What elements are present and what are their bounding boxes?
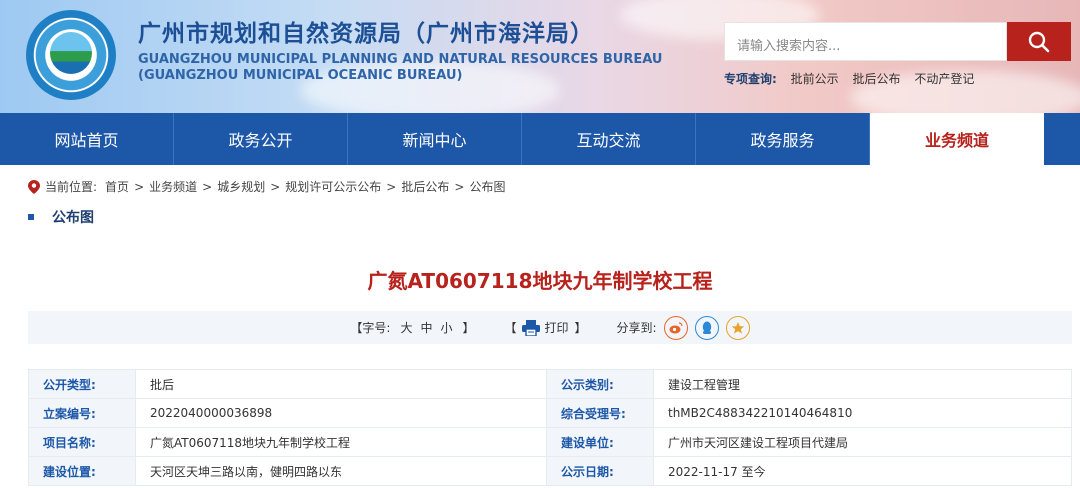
breadcrumb-separator: > bbox=[134, 179, 145, 194]
table-row: 建设位置: 天河区天坤三路以南，健明四路以东 公示日期: 2022-11-17 … bbox=[28, 456, 1072, 486]
field-value-publicity-date: 2022-11-17 至今 bbox=[653, 456, 1072, 486]
article-title: 广氮AT0607118地块九年制学校工程 bbox=[367, 269, 713, 293]
breadcrumb-business[interactable]: 业务频道 bbox=[149, 178, 197, 195]
breadcrumb-planning-permit[interactable]: 规划许可公示公布 bbox=[285, 178, 381, 195]
quick-link-post-publicity[interactable]: 批后公布 bbox=[852, 72, 900, 86]
print-bracket-open: 【 bbox=[504, 321, 517, 335]
font-size-close: 】 bbox=[462, 321, 475, 335]
bureau-emblem-icon[interactable] bbox=[26, 10, 116, 100]
site-title-en: GUANGZHOU MUNICIPAL PLANNING AND NATURAL… bbox=[138, 52, 662, 84]
main-nav: 网站首页 政务公开 新闻中心 互动交流 政务服务 业务频道 bbox=[0, 113, 1080, 165]
quick-link-real-estate[interactable]: 不动产登记 bbox=[914, 72, 974, 86]
field-label-publicity-category: 公示类别: bbox=[546, 369, 654, 399]
field-value-location: 天河区天坤三路以南，健明四路以东 bbox=[135, 456, 547, 486]
search-button[interactable] bbox=[1007, 22, 1071, 61]
field-label-project-name: 项目名称: bbox=[28, 427, 136, 457]
breadcrumb-separator: > bbox=[202, 179, 213, 194]
breadcrumb-separator: > bbox=[454, 179, 465, 194]
breadcrumb: 当前位置: 首页 > 业务频道 > 城乡规划 > 规划许可公示公布 > 批后公布… bbox=[28, 178, 505, 195]
field-label-publicity-date: 公示日期: bbox=[546, 456, 654, 486]
nav-filler bbox=[1044, 113, 1080, 165]
print-label: 打印 bbox=[544, 321, 569, 335]
site-title-en-line1: GUANGZHOU MUNICIPAL PLANNING AND NATURAL… bbox=[138, 52, 663, 67]
breadcrumb-urban-planning[interactable]: 城乡规划 bbox=[217, 178, 265, 195]
nav-gov-services[interactable]: 政务服务 bbox=[696, 113, 870, 165]
table-row: 项目名称: 广氮AT0607118地块九年制学校工程 建设单位: 广州市天河区建… bbox=[28, 427, 1072, 457]
field-value-construction-unit: 广州市天河区建设工程项目代建局 bbox=[653, 427, 1072, 457]
breadcrumb-home[interactable]: 首页 bbox=[105, 178, 129, 195]
breadcrumb-label: 当前位置: bbox=[45, 180, 98, 194]
print-group[interactable]: 【 打印 】 bbox=[505, 319, 587, 336]
field-value-publicity-type: 批后 bbox=[135, 369, 547, 399]
search-input[interactable]: 请输入搜索内容... bbox=[724, 22, 1007, 61]
font-size-group: 【字号: 大 中 小 】 bbox=[350, 319, 474, 336]
quick-query-label: 专项查询: bbox=[724, 72, 777, 86]
share-group: 分享到: bbox=[616, 315, 750, 340]
field-label-acceptance-number: 综合受理号: bbox=[546, 398, 654, 428]
field-value-acceptance-number: thMB2C488342210140464810 bbox=[653, 398, 1072, 428]
breadcrumb-separator: > bbox=[270, 179, 281, 194]
project-info-table: 公开类型: 批后 公示类别: 建设工程管理 立案编号: 202204000003… bbox=[28, 369, 1072, 486]
nav-business[interactable]: 业务频道 bbox=[870, 113, 1044, 165]
breadcrumb-current[interactable]: 公布图 bbox=[469, 178, 505, 195]
nav-home[interactable]: 网站首页 bbox=[0, 113, 174, 165]
quick-query: 专项查询: 批前公示 批后公布 不动产登记 bbox=[724, 70, 984, 87]
print-bracket-close: 】 bbox=[574, 321, 587, 335]
qzone-icon[interactable] bbox=[725, 315, 750, 340]
site-title: 广州市规划和自然资源局（广州市海洋局） bbox=[138, 21, 594, 47]
site-title-en-line2: (GUANGZHOU MUNICIPAL OCEANIC BUREAU) bbox=[138, 68, 463, 83]
field-label-construction-unit: 建设单位: bbox=[546, 427, 654, 457]
share-label: 分享到: bbox=[616, 321, 657, 335]
section-bullet-icon bbox=[28, 214, 34, 220]
field-label-case-number: 立案编号: bbox=[28, 398, 136, 428]
site-header: 广州市规划和自然资源局（广州市海洋局） GUANGZHOU MUNICIPAL … bbox=[0, 0, 1080, 113]
section-heading: 公布图 bbox=[28, 207, 94, 227]
font-size-large[interactable]: 大 bbox=[400, 319, 412, 336]
section-heading-text: 公布图 bbox=[52, 210, 94, 226]
article-toolbar: 【字号: 大 中 小 】 【 打印 】 分享到: bbox=[28, 311, 1072, 344]
field-value-publicity-category: 建设工程管理 bbox=[653, 369, 1072, 399]
field-value-project-name: 广氮AT0607118地块九年制学校工程 bbox=[135, 427, 547, 457]
print-icon bbox=[521, 319, 540, 336]
quick-link-pre-publicity[interactable]: 批前公示 bbox=[791, 72, 839, 86]
field-value-case-number: 2022040000036898 bbox=[135, 398, 547, 428]
nav-news[interactable]: 新闻中心 bbox=[348, 113, 522, 165]
font-size-label: 【字号: bbox=[350, 321, 391, 335]
location-pin-icon bbox=[28, 179, 40, 194]
font-size-small[interactable]: 小 bbox=[440, 319, 452, 336]
breadcrumb-post-publicity[interactable]: 批后公布 bbox=[401, 178, 449, 195]
field-label-publicity-type: 公开类型: bbox=[28, 369, 136, 399]
qq-icon[interactable] bbox=[694, 315, 719, 340]
table-row: 公开类型: 批后 公示类别: 建设工程管理 bbox=[28, 369, 1072, 399]
breadcrumb-separator: > bbox=[386, 179, 397, 194]
field-label-location: 建设位置: bbox=[28, 456, 136, 486]
nav-gov-affairs[interactable]: 政务公开 bbox=[174, 113, 348, 165]
font-size-medium[interactable]: 中 bbox=[420, 319, 432, 336]
search-icon bbox=[1028, 31, 1050, 52]
table-row: 立案编号: 2022040000036898 综合受理号: thMB2C4883… bbox=[28, 398, 1072, 428]
weibo-icon[interactable] bbox=[663, 315, 688, 340]
nav-interaction[interactable]: 互动交流 bbox=[522, 113, 696, 165]
